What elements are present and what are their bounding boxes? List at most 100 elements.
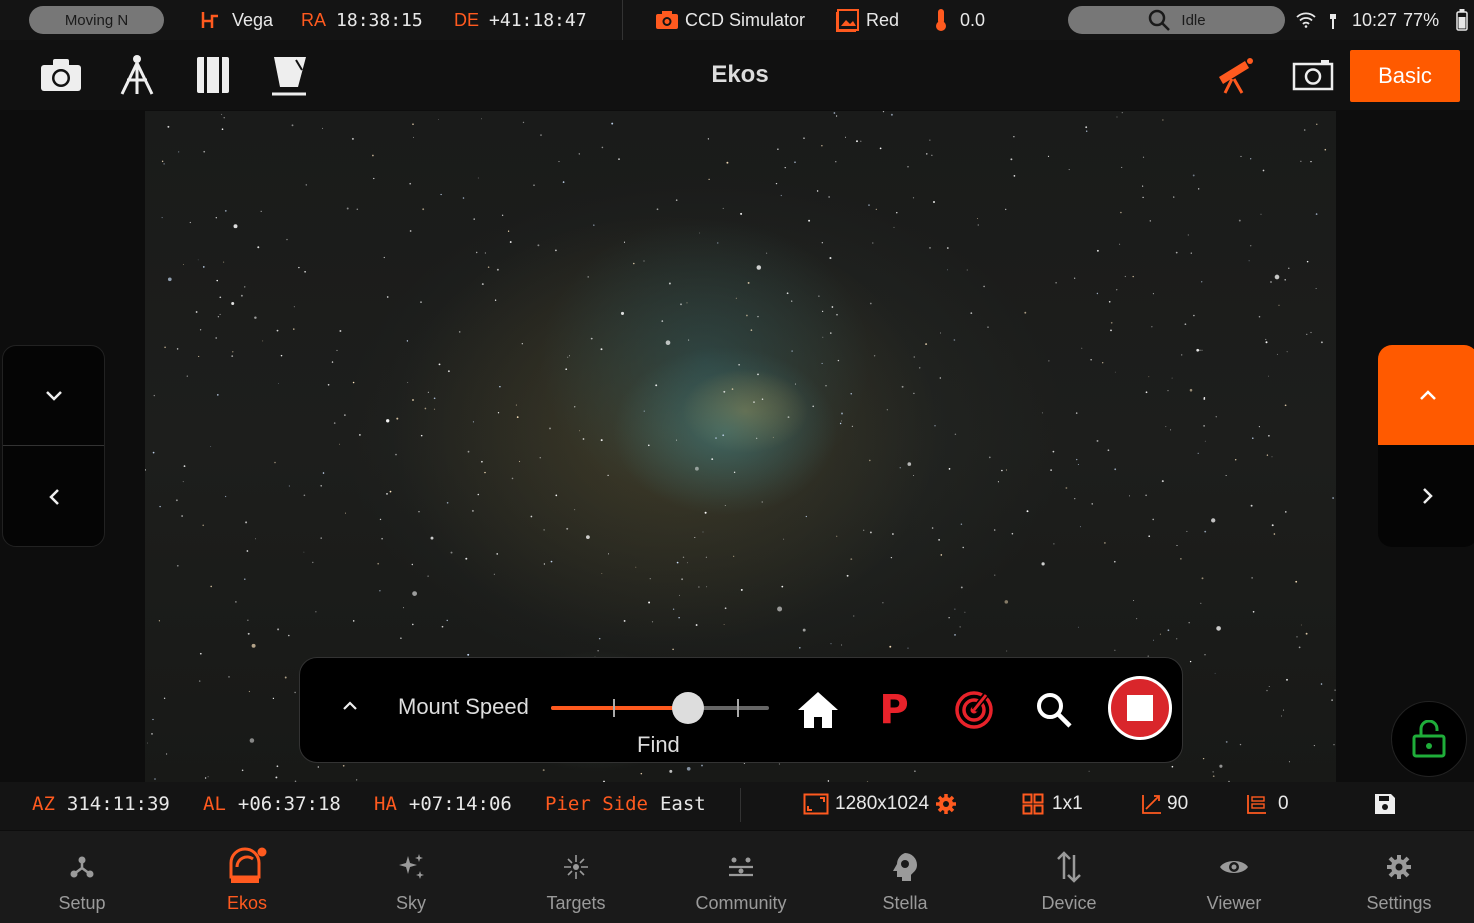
stop-button[interactable]	[1108, 676, 1172, 740]
star	[216, 394, 219, 396]
star	[582, 438, 585, 440]
star	[163, 163, 165, 165]
star	[409, 230, 412, 232]
star	[738, 363, 740, 366]
preview-button[interactable]	[1290, 52, 1336, 98]
gain-setting[interactable]: 90	[1141, 782, 1188, 826]
collapse-panel-button[interactable]	[342, 698, 358, 716]
star	[1266, 454, 1269, 456]
star	[959, 626, 961, 628]
star	[247, 619, 249, 621]
star	[1239, 743, 1242, 746]
star	[412, 136, 415, 138]
star	[1316, 123, 1318, 125]
star	[649, 578, 651, 580]
speed-slider-thumb[interactable]	[672, 692, 705, 724]
offset-setting[interactable]: 0	[1246, 782, 1289, 826]
speed-slider-fill	[551, 706, 689, 710]
binning-setting[interactable]: 1x1	[1022, 782, 1083, 826]
star	[1260, 213, 1262, 215]
resolution-setting[interactable]: 1280x1024	[803, 782, 957, 826]
star	[339, 443, 341, 445]
star	[1152, 518, 1154, 521]
telescope-button[interactable]	[1212, 52, 1258, 98]
star	[780, 194, 782, 197]
star	[1006, 469, 1007, 471]
star	[590, 337, 593, 340]
star	[1013, 136, 1015, 138]
star	[1214, 672, 1216, 674]
nav-item-sky[interactable]: Sky	[329, 831, 493, 923]
collapse-down-button[interactable]	[3, 346, 104, 446]
flat-panel-button[interactable]	[266, 52, 312, 98]
star	[1013, 175, 1016, 177]
star	[412, 123, 414, 125]
previous-button[interactable]	[3, 447, 104, 546]
star	[1108, 300, 1111, 303]
star	[1332, 497, 1334, 499]
basic-mode-button[interactable]: Basic	[1350, 50, 1460, 102]
star	[458, 331, 461, 333]
nav-item-stella[interactable]: Stella	[823, 831, 987, 923]
offset-value: 0	[1278, 793, 1289, 814]
star	[1110, 329, 1112, 332]
star	[231, 302, 235, 305]
temperature-indicator[interactable]: 0.0	[934, 0, 985, 40]
nav-item-settings[interactable]: Settings	[1317, 831, 1474, 923]
nav-item-targets[interactable]: Targets	[494, 831, 658, 923]
nav-item-setup[interactable]: Setup	[0, 831, 164, 923]
star	[1041, 412, 1043, 414]
star	[182, 481, 184, 483]
star	[1041, 562, 1045, 566]
star	[153, 394, 155, 397]
nav-label: Ekos	[226, 893, 268, 913]
lock-button[interactable]	[1391, 701, 1467, 777]
star	[873, 355, 876, 357]
star	[1201, 281, 1203, 283]
mount-button[interactable]	[114, 52, 160, 98]
camera-indicator[interactable]: CCD Simulator	[655, 0, 805, 40]
capture-button[interactable]	[38, 52, 84, 98]
star	[822, 336, 824, 338]
star	[244, 286, 246, 288]
star	[481, 460, 483, 463]
star	[940, 554, 943, 556]
nav-item-community[interactable]: Community	[659, 831, 823, 923]
star	[359, 434, 361, 436]
star	[1176, 638, 1178, 640]
star	[383, 256, 385, 259]
nav-item-viewer[interactable]: Viewer	[1152, 831, 1316, 923]
search-target-button[interactable]	[1030, 686, 1078, 734]
mount-status-pill[interactable]: Moving N	[29, 6, 164, 34]
star	[1268, 375, 1269, 377]
star	[723, 390, 726, 393]
star	[1114, 468, 1117, 471]
al-label: AL	[203, 793, 226, 815]
star	[879, 147, 882, 150]
target-indicator[interactable]: Vega	[200, 0, 273, 40]
park-button[interactable]: P	[870, 686, 918, 734]
sequence-button[interactable]	[190, 52, 236, 98]
expand-up-button[interactable]	[1378, 345, 1474, 445]
star	[1248, 260, 1250, 262]
star	[723, 624, 725, 625]
track-button[interactable]	[950, 686, 998, 734]
star	[837, 359, 840, 362]
capture-status-pill[interactable]: Idle	[1068, 6, 1285, 34]
next-button[interactable]	[1378, 446, 1474, 546]
star	[322, 127, 324, 129]
home-button[interactable]	[794, 686, 842, 734]
gain-icon	[1142, 795, 1161, 814]
save-button[interactable]	[1374, 782, 1396, 826]
star	[946, 247, 949, 249]
nav-item-ekos[interactable]: Ekos	[165, 831, 329, 923]
stop-icon	[1127, 695, 1153, 721]
star	[731, 388, 734, 390]
star	[530, 515, 533, 518]
star	[161, 160, 164, 163]
search-icon	[1037, 693, 1072, 728]
filter-indicator[interactable]: Red	[836, 0, 899, 40]
nav-item-device[interactable]: Device	[987, 831, 1151, 923]
star	[1142, 156, 1145, 158]
status-divider	[622, 0, 623, 40]
